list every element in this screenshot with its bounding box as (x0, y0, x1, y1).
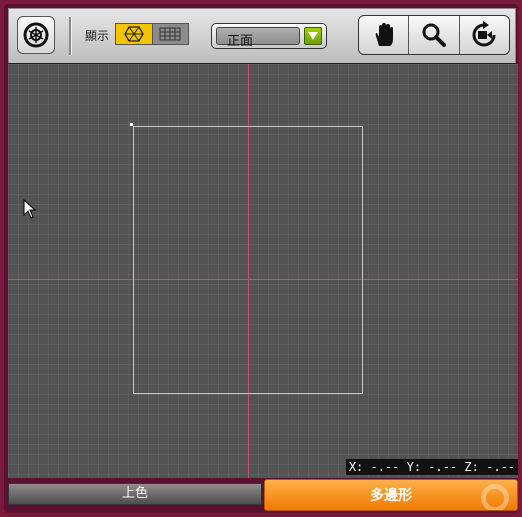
view-select-value: 正面 (227, 34, 254, 49)
rectangle-shape[interactable] (133, 126, 363, 394)
camera-rotate-icon (472, 21, 496, 47)
3d-viewport[interactable]: X: -.-- Y: -.-- Z: -.-- (8, 63, 518, 478)
vertex-handle[interactable] (130, 123, 133, 126)
view-select-field: 正面 (216, 27, 300, 49)
dropdown-arrow-icon (308, 32, 318, 40)
rotate-view-button[interactable] (17, 16, 55, 54)
mouse-cursor-icon (23, 198, 37, 223)
grid-mode-icon (159, 27, 181, 41)
view-select[interactable]: 正面 (211, 23, 327, 49)
pan-button[interactable] (359, 16, 408, 54)
hand-pan-icon (375, 23, 393, 46)
tab-coloring[interactable]: 上色 (8, 483, 262, 505)
zoom-button[interactable] (408, 16, 458, 54)
toolbar: 顯示 正面 (8, 8, 516, 64)
toolbar-separator (69, 17, 72, 55)
navigation-tool-group (358, 15, 510, 55)
shaded-mode-button[interactable] (116, 24, 152, 44)
display-mode-toggle (115, 23, 189, 45)
display-label: 顯示 (85, 29, 110, 43)
ring-decoration-icon (481, 484, 509, 510)
magnifier-icon (422, 23, 446, 47)
dropdown-arrow-button[interactable] (304, 27, 322, 45)
camera-rotate-button[interactable] (458, 16, 509, 54)
grid-mode-button[interactable] (151, 24, 188, 44)
bottom-tabs: 上色 多邊形 (8, 477, 518, 513)
rotate-view-icon (23, 22, 49, 48)
tab-polygon[interactable]: 多邊形 (264, 479, 518, 511)
shaded-mode-icon (124, 26, 144, 42)
tab-polygon-label: 多邊形 (370, 488, 412, 504)
coordinate-readout: X: -.-- Y: -.-- Z: -.-- (345, 459, 518, 475)
